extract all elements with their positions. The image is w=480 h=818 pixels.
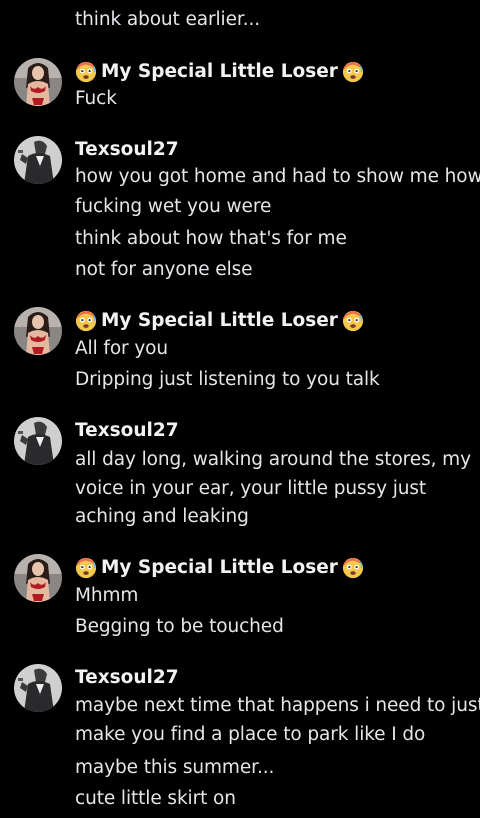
woman-red-lingerie-avatar-icon: [14, 58, 62, 106]
message-line[interactable]: think about how that's for me: [75, 227, 347, 251]
message-author[interactable]: Texsoul27: [75, 419, 179, 443]
message-line[interactable]: All for you: [75, 337, 168, 361]
message-line[interactable]: Dripping just listening to you talk: [75, 368, 380, 392]
message-line[interactable]: voice in your ear, your little pussy jus…: [75, 477, 426, 501]
hot-face-emoji-icon: [342, 310, 364, 332]
woman-red-lingerie-avatar-icon: [14, 554, 62, 602]
message-author[interactable]: My Special Little Loser: [75, 309, 364, 333]
message-author[interactable]: My Special Little Loser: [75, 60, 364, 84]
avatar[interactable]: [14, 554, 62, 602]
message-line[interactable]: Begging to be touched: [75, 615, 284, 639]
message-line[interactable]: fucking wet you were: [75, 195, 271, 219]
author-name: Texsoul27: [75, 420, 179, 441]
message-line[interactable]: cute little skirt on: [75, 787, 236, 811]
hot-face-emoji-icon: [75, 557, 97, 579]
avatar[interactable]: [14, 417, 62, 465]
avatar[interactable]: [14, 58, 62, 106]
message-line[interactable]: all day long, walking around the stores,…: [75, 448, 471, 472]
message-line[interactable]: maybe next time that happens i need to j…: [75, 694, 480, 718]
author-name: My Special Little Loser: [101, 310, 338, 331]
message-line[interactable]: Mhmm: [75, 584, 138, 608]
hot-face-emoji-icon: [75, 310, 97, 332]
man-dark-suit-avatar-icon: [14, 664, 62, 712]
hot-face-emoji-icon: [342, 61, 364, 83]
message-line[interactable]: aching and leaking: [75, 505, 249, 529]
message-line[interactable]: think about earlier...: [75, 8, 260, 32]
avatar[interactable]: [14, 307, 62, 355]
author-name: My Special Little Loser: [101, 61, 338, 82]
man-dark-suit-avatar-icon: [14, 417, 62, 465]
message-line[interactable]: Fuck: [75, 87, 117, 111]
message-author[interactable]: My Special Little Loser: [75, 556, 364, 580]
message-author[interactable]: Texsoul27: [75, 138, 179, 162]
chat-message-list: think about earlier... My Special Little…: [0, 0, 480, 818]
man-dark-suit-avatar-icon: [14, 136, 62, 184]
avatar[interactable]: [14, 136, 62, 184]
message-line[interactable]: make you find a place to park like I do: [75, 723, 425, 747]
woman-red-lingerie-avatar-icon: [14, 307, 62, 355]
hot-face-emoji-icon: [342, 557, 364, 579]
avatar[interactable]: [14, 664, 62, 712]
author-name: Texsoul27: [75, 139, 179, 160]
message-line[interactable]: maybe this summer...: [75, 756, 274, 780]
message-author[interactable]: Texsoul27: [75, 666, 179, 690]
message-line[interactable]: how you got home and had to show me how: [75, 165, 480, 189]
message-line[interactable]: not for anyone else: [75, 258, 253, 282]
hot-face-emoji-icon: [75, 61, 97, 83]
author-name: My Special Little Loser: [101, 557, 338, 578]
author-name: Texsoul27: [75, 667, 179, 688]
